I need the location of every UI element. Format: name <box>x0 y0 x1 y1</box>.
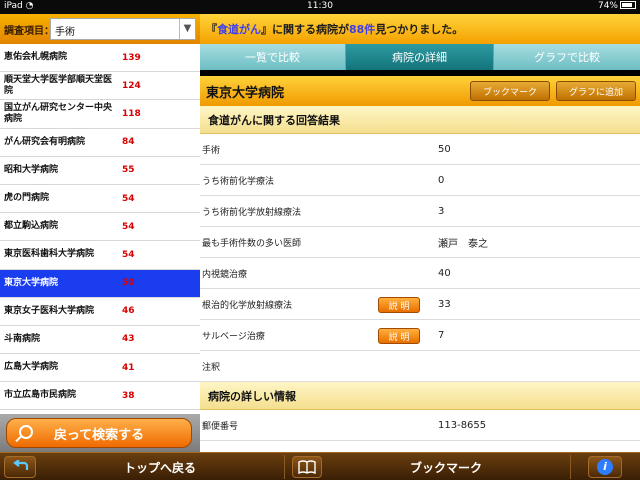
list-item-selected[interactable]: 東京大学病院 50 <box>0 269 200 298</box>
list-item[interactable]: 恵佑会札幌病院 139 <box>0 44 200 73</box>
search-criteria-bar: 調査項目： 手術 ▼ <box>0 14 200 44</box>
detail-row: うち術前化学療法 0 <box>200 165 640 196</box>
section-header-results: 食道がんに関する回答結果 <box>200 106 640 134</box>
battery-status: 74% <box>598 1 636 11</box>
add-to-graph-button[interactable]: グラフに追加 <box>556 81 636 101</box>
toolbar-divider <box>284 455 285 479</box>
toolbar-divider <box>570 455 571 479</box>
chevron-down-icon: ▼ <box>179 19 195 39</box>
detail-row: うち術前化学放射線療法 3 <box>200 196 640 227</box>
banner-keyword: 食道がん <box>217 23 261 36</box>
banner-count: 88件 <box>349 23 376 36</box>
back-arrow-icon[interactable] <box>4 456 36 478</box>
detail-row: 内視鏡治療 40 <box>200 258 640 289</box>
search-criteria-select[interactable]: 手術 ▼ <box>50 18 196 40</box>
list-item[interactable]: がん研究会有明病院 84 <box>0 129 200 157</box>
list-item[interactable]: 虎の門病院 54 <box>0 185 200 214</box>
list-item[interactable]: 斗南病院 43 <box>0 326 200 355</box>
bottom-toolbar: トップへ戻る ブックマーク i <box>0 452 640 480</box>
clock: 11:30 <box>307 1 333 11</box>
info-glyph: i <box>597 459 613 475</box>
detail-row: サルベージ治療 説 明 7 <box>200 320 640 351</box>
info-icon[interactable]: i <box>588 456 622 478</box>
status-bar: iPad ◔ 11:30 74% <box>0 0 640 14</box>
detail-row: 根治的化学放射線療法 説 明 33 <box>200 289 640 320</box>
battery-icon <box>620 1 636 9</box>
detail-row: 手術 50 <box>200 134 640 165</box>
hospital-name: 東京大学病院 <box>206 86 285 101</box>
explain-button[interactable]: 説 明 <box>378 328 420 344</box>
explain-button[interactable]: 説 明 <box>378 297 420 313</box>
list-item[interactable]: 東京医科歯科大学病院 54 <box>0 241 200 270</box>
list-item[interactable]: 昭和大学病院 55 <box>0 157 200 185</box>
hospital-title-bar: 東京大学病院 ブックマーク グラフに追加 <box>200 76 640 106</box>
list-item[interactable]: 順天堂大学医学部順天堂医院 124 <box>0 72 200 101</box>
back-arrow-icon-svg <box>13 460 29 470</box>
back-to-top-button[interactable]: トップへ戻る <box>40 456 280 478</box>
list-item[interactable]: 国立がん研究センター中央病院 118 <box>0 100 200 129</box>
list-item[interactable]: 市立広島市民病院 38 <box>0 382 200 411</box>
search-icon <box>19 425 33 439</box>
list-item[interactable]: 広島大学病院 41 <box>0 354 200 383</box>
detail-row: 最も手術件数の多い医師 瀬戸 泰之 <box>200 227 640 258</box>
book-icon-svg <box>298 460 316 474</box>
tab-hospital-detail[interactable]: 病院の詳細 <box>346 44 494 70</box>
list-item[interactable]: 都立駒込病院 54 <box>0 213 200 242</box>
search-criteria-label: 調査項目： <box>4 26 54 37</box>
bookmark-toolbar-button[interactable]: ブックマーク <box>326 456 566 478</box>
view-tabs: 一覧で比較 病院の詳細 グラフで比較 <box>200 44 640 70</box>
back-to-search-button[interactable]: 戻って検索する <box>6 418 192 448</box>
back-button-area: 戻って検索する <box>0 414 200 452</box>
tab-graph-compare[interactable]: グラフで比較 <box>494 44 640 70</box>
bookmark-button[interactable]: ブックマーク <box>470 81 550 101</box>
hospital-list-panel: 調査項目： 手術 ▼ 恵佑会札幌病院 139 順天堂大学医学部順天堂医院 124 国… <box>0 14 200 452</box>
result-banner: 『食道がん 』に関する病院が 88件 見つかりました。 <box>200 14 640 44</box>
book-icon[interactable] <box>292 456 322 478</box>
hospital-list: 恵佑会札幌病院 139 順天堂大学医学部順天堂医院 124 国立がん研究センター中央… <box>0 44 200 414</box>
hospital-detail-content[interactable]: 食道がんに関する回答結果 手術 50 うち術前化学療法 0 うち術前化学放射線療法 3… <box>200 106 640 452</box>
tab-list-compare[interactable]: 一覧で比較 <box>200 44 346 70</box>
list-item[interactable]: 東京女子医科大学病院 46 <box>0 298 200 326</box>
detail-row: 注釈 <box>200 351 640 382</box>
detail-row: 郵便番号 113-8655 <box>200 410 640 441</box>
section-header-hospital-info: 病院の詳しい情報 <box>200 382 640 410</box>
